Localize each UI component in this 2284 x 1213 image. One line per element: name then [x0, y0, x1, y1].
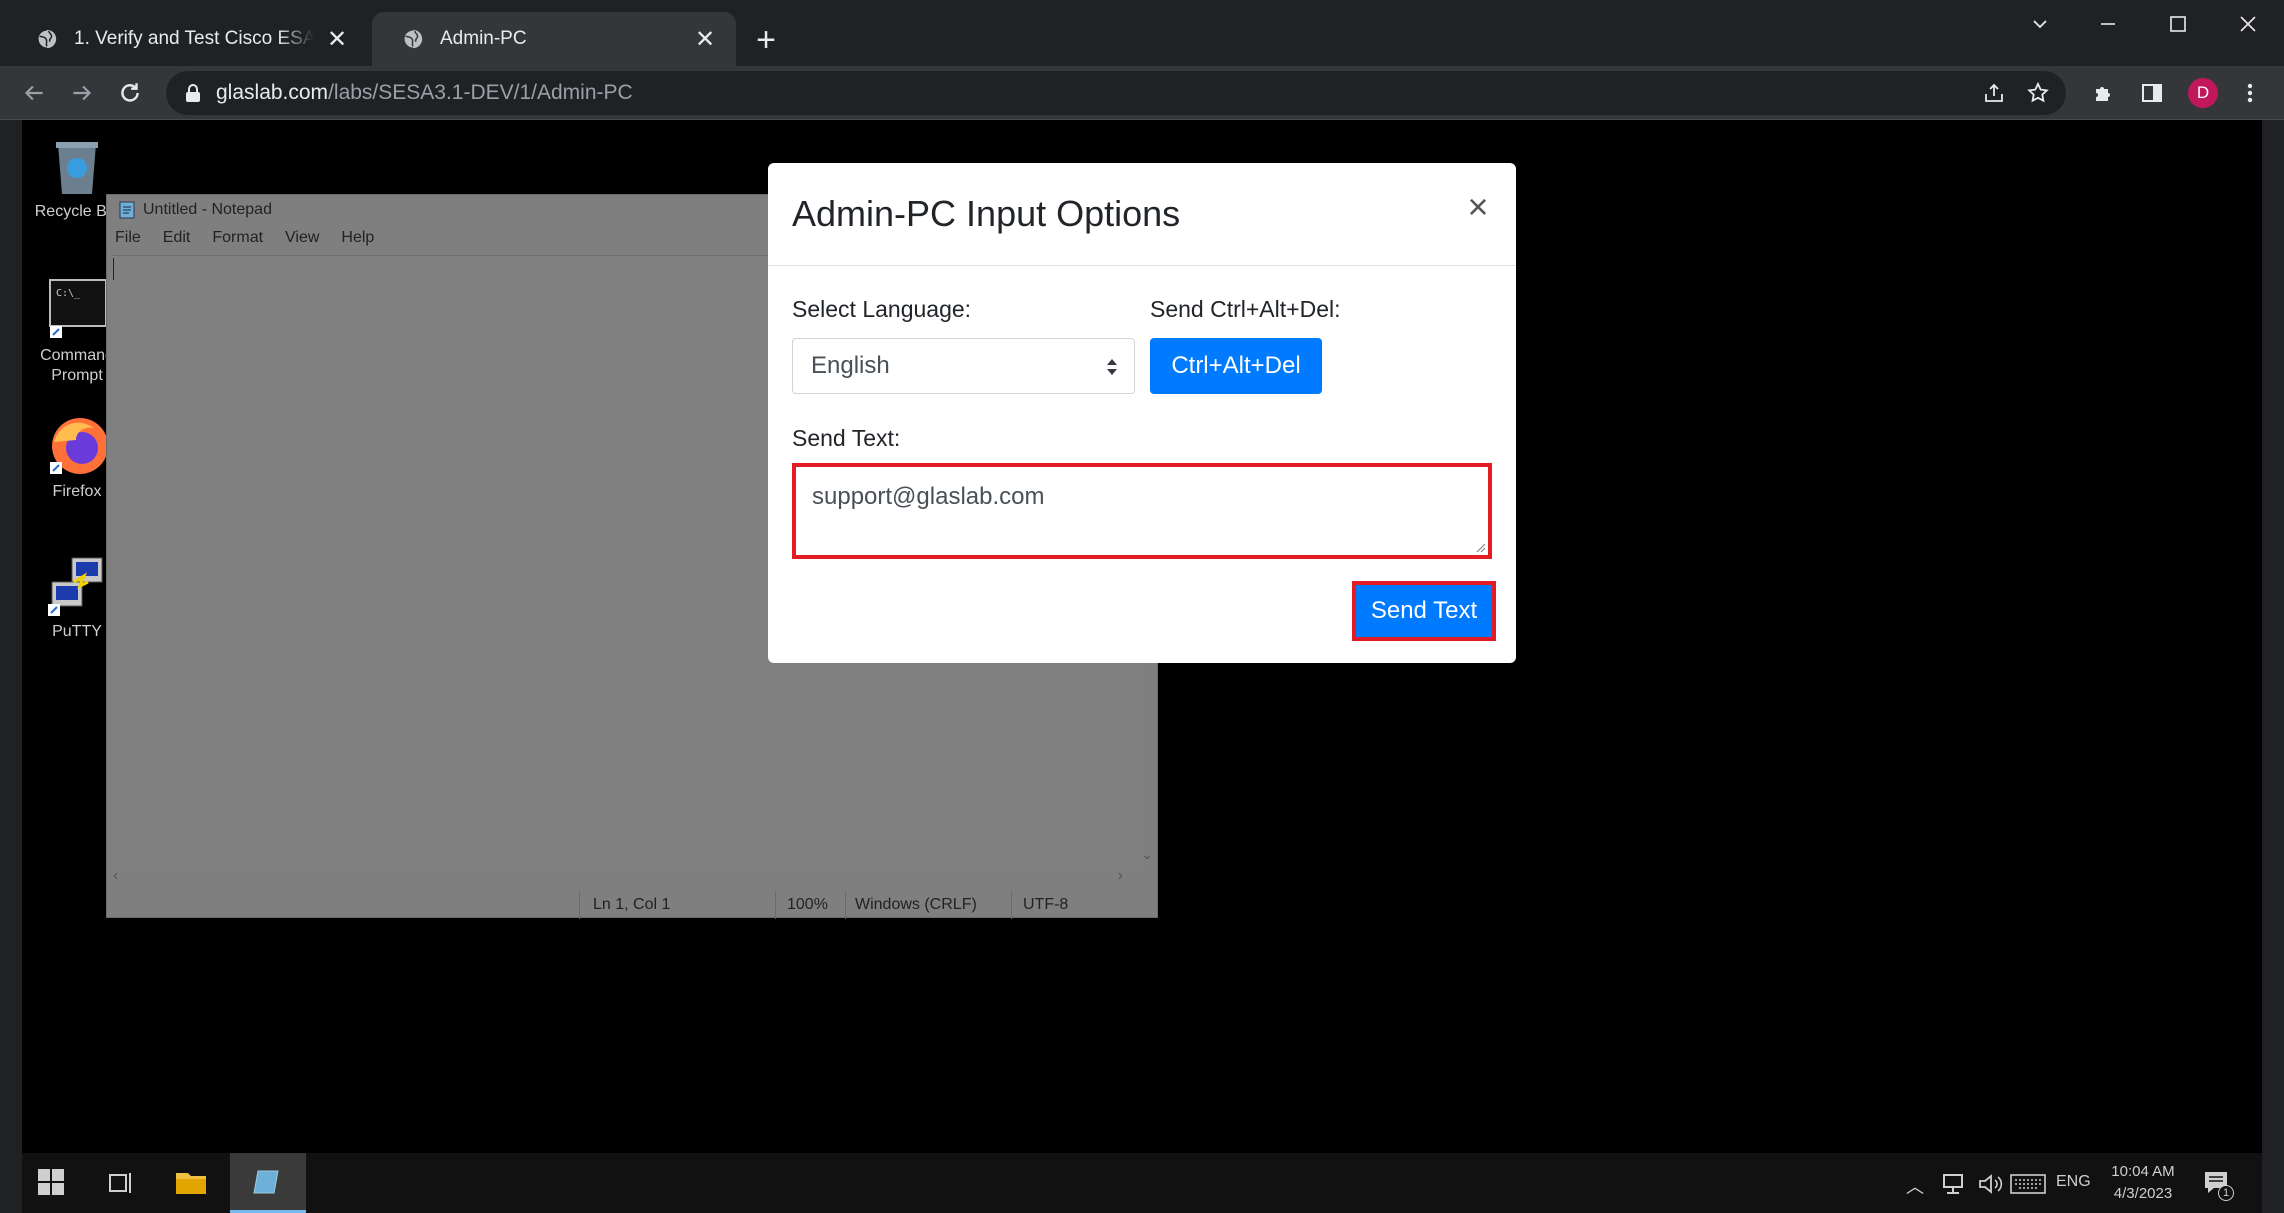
send-text-value: support@glaslab.com — [812, 483, 1045, 510]
language-select-value: English — [811, 352, 890, 379]
status-line-ending: Windows (CRLF) — [855, 896, 977, 913]
input-language[interactable]: ENG — [2056, 1173, 2091, 1191]
notepad-icon — [253, 1170, 279, 1194]
send-text-button[interactable]: Send Text — [1352, 581, 1496, 641]
forward-arrow-icon[interactable] — [62, 73, 102, 113]
clock-time: 10:04 AM — [2111, 1163, 2175, 1180]
menu-format[interactable]: Format — [212, 229, 263, 253]
action-center-icon[interactable]: 1 — [2202, 1169, 2236, 1203]
tab-verify-cisco-esa[interactable]: 1. Verify and Test Cisco ESA Confi ✕ — [6, 12, 368, 66]
modal-header: Admin-PC Input Options × — [768, 163, 1516, 266]
menu-help[interactable]: Help — [341, 229, 374, 253]
url-path: /labs/SESA3.1-DEV/1/Admin-PC — [328, 81, 633, 104]
send-ctrl-alt-del-label: Send Ctrl+Alt+Del: — [1150, 296, 1341, 322]
close-tab-icon[interactable]: ✕ — [324, 26, 350, 53]
tab-title: Admin-PC — [440, 28, 527, 49]
status-zoom: 100% — [787, 896, 828, 913]
tab-admin-pc[interactable]: Admin-PC ✕ — [372, 12, 736, 66]
windows-start-icon[interactable] — [36, 1167, 70, 1201]
taskbar-notepad-button[interactable] — [230, 1153, 306, 1213]
tab-title: 1. Verify and Test Cisco ESA Confi — [74, 28, 314, 49]
close-window-icon[interactable] — [2218, 6, 2278, 42]
bookmark-star-icon[interactable] — [2026, 81, 2050, 105]
reload-icon[interactable] — [110, 73, 150, 113]
notepad-status-bar: Ln 1, Col 1 100% Windows (CRLF) UTF-8 — [107, 891, 1157, 919]
recycle-bin-icon — [44, 132, 110, 198]
input-options-modal: Admin-PC Input Options × Select Language… — [768, 163, 1516, 663]
globe-icon — [403, 29, 423, 49]
modal-close-button[interactable]: × — [1460, 187, 1496, 227]
command-prompt-icon: C:\_ — [44, 276, 110, 342]
select-arrows-icon — [1107, 359, 1117, 375]
back-arrow-icon[interactable] — [14, 73, 54, 113]
send-text-label: Send Text: — [792, 425, 901, 451]
extensions-puzzle-icon[interactable] — [2084, 73, 2124, 113]
notepad-icon — [119, 201, 135, 219]
show-hidden-icons-icon[interactable]: ︿ — [1906, 1173, 1924, 1199]
clock-date: 4/3/2023 — [2113, 1185, 2173, 1202]
notification-badge: 1 — [2218, 1185, 2234, 1201]
send-text-input[interactable]: support@glaslab.com — [792, 463, 1492, 559]
notepad-title: Untitled - Notepad — [143, 201, 272, 218]
modal-title: Admin-PC Input Options — [792, 193, 1181, 234]
more-menu-icon[interactable] — [2230, 73, 2270, 113]
share-icon[interactable] — [1982, 81, 2006, 105]
minimize-icon[interactable] — [2078, 6, 2138, 42]
network-icon[interactable] — [1942, 1173, 1968, 1195]
tab-search-icon[interactable] — [2010, 6, 2070, 42]
side-panel-icon[interactable] — [2132, 73, 2172, 113]
task-view-icon[interactable] — [106, 1169, 140, 1203]
putty-icon — [44, 552, 110, 618]
menu-edit[interactable]: Edit — [163, 229, 191, 253]
file-explorer-icon[interactable] — [174, 1167, 210, 1201]
select-language-label: Select Language: — [792, 296, 972, 322]
status-encoding: UTF-8 — [1023, 896, 1069, 913]
system-clock[interactable]: 10:04 AM 4/3/2023 — [2104, 1161, 2182, 1205]
scroll-left-icon[interactable]: ‹ — [113, 867, 118, 885]
status-position: Ln 1, Col 1 — [593, 896, 671, 913]
menu-view[interactable]: View — [285, 229, 319, 253]
url-host: glaslab.com — [216, 81, 329, 104]
maximize-icon[interactable] — [2148, 6, 2208, 42]
windows-taskbar: ︿ ENG 10:04 AM 4/3/2023 1 — [22, 1153, 2262, 1213]
volume-icon[interactable] — [1978, 1173, 2006, 1195]
ctrl-alt-del-button[interactable]: Ctrl+Alt+Del — [1150, 338, 1322, 394]
menu-file[interactable]: File — [115, 229, 141, 253]
text-cursor — [113, 258, 114, 280]
resize-handle-icon[interactable] — [1474, 541, 1486, 553]
globe-icon — [37, 29, 57, 49]
keyboard-icon[interactable] — [2010, 1174, 2046, 1194]
close-tab-icon[interactable]: ✕ — [692, 26, 718, 53]
horizontal-scrollbar[interactable]: ‹ › — [111, 867, 1137, 889]
svg-text:C:\_: C:\_ — [56, 288, 81, 299]
browser-tab-strip: 1. Verify and Test Cisco ESA Confi ✕ Adm… — [0, 0, 2284, 66]
new-tab-button[interactable]: + — [748, 22, 784, 58]
profile-avatar[interactable]: D — [2188, 78, 2218, 108]
address-bar[interactable]: glaslab.com/labs/SESA3.1-DEV/1/Admin-PC — [166, 71, 2066, 115]
firefox-icon — [44, 412, 110, 478]
lock-icon — [186, 84, 200, 102]
scroll-right-icon[interactable]: › — [1118, 867, 1123, 885]
language-select[interactable]: English — [792, 338, 1135, 394]
scroll-down-icon[interactable]: ⌄ — [1141, 846, 1153, 863]
browser-toolbar: glaslab.com/labs/SESA3.1-DEV/1/Admin-PC … — [0, 66, 2284, 120]
